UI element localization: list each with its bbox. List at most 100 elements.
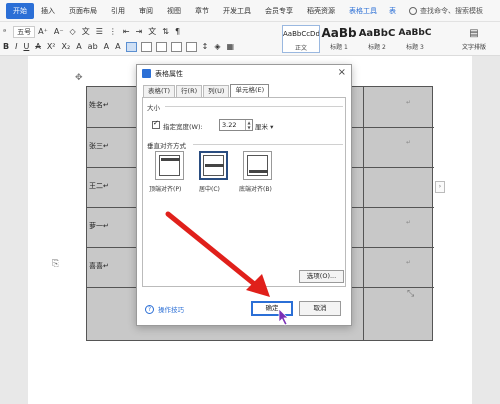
valign-bottom-option[interactable] — [243, 151, 272, 180]
command-search[interactable]: 查找命令、搜索模板 — [409, 6, 483, 16]
underline-icon[interactable]: U — [23, 41, 29, 53]
subscript-icon[interactable]: X₂ — [62, 41, 71, 53]
ribbon: ᵃ 五号 A⁺ A⁻ ◇ 文 ☰ ⋮ ⇤ ⇥ 文 ⇅ ¶ B I U A X² … — [0, 22, 500, 56]
bullet-list-icon[interactable]: ☰ — [96, 26, 103, 38]
table-cell-text: 张三↵ — [89, 142, 109, 150]
style-heading-3[interactable]: AaBbC 标题 3 — [396, 25, 434, 53]
highlight-icon[interactable]: ab — [88, 41, 98, 53]
style-name: 标题 1 — [330, 44, 348, 51]
dialog-title-bar[interactable]: 表格属性 — [137, 65, 351, 82]
number-list-icon[interactable]: ⋮ — [109, 26, 117, 38]
font-size-select[interactable]: 五号 — [13, 26, 36, 38]
table-properties-dialog: 表格属性 × 表格(T) 行(R) 列(U) 单元格(E) 大小 指定宽度(W)… — [136, 64, 352, 326]
add-column-icon[interactable]: › — [435, 181, 445, 193]
font-color-icon[interactable]: A — [104, 41, 109, 53]
align-right-icon[interactable] — [155, 42, 167, 52]
style-sample: AaBbC — [398, 28, 432, 38]
ribbon-row-font: ᵃ 五号 A⁺ A⁻ ◇ 文 ☰ ⋮ ⇤ ⇥ 文 ⇅ ¶ — [0, 25, 183, 39]
grow-font-icon[interactable]: A⁺ — [38, 26, 48, 38]
style-heading-1[interactable]: AaBb 标题 1 — [320, 25, 358, 53]
menu-docer[interactable]: 稻壳资源 — [300, 3, 342, 19]
menu-table-tools[interactable]: 表格工具 — [342, 3, 384, 19]
table-cell-text: 姓名↵ — [89, 101, 109, 109]
text-layout-button[interactable]: ▤ 文字排版 — [450, 25, 498, 51]
align-justify-icon[interactable] — [170, 42, 182, 52]
style-heading-2[interactable]: AaBbC 标题 2 — [358, 25, 396, 53]
table-move-handle-icon[interactable]: ✥ — [75, 73, 83, 83]
menu-insert[interactable]: 插入 — [34, 3, 62, 19]
tab-row[interactable]: 行(R) — [176, 85, 203, 97]
ribbon-row-paragraph: B I U A X² X₂ A ab A A ↕ ◈ ▦ — [0, 40, 237, 54]
menu-section[interactable]: 章节 — [188, 3, 216, 19]
valign-section-label: 垂直对齐方式 — [147, 142, 186, 150]
cell-end-mark: ↵ — [406, 259, 412, 266]
sort-icon[interactable]: ⇅ — [162, 26, 169, 38]
text-layout-label: 文字排版 — [461, 44, 486, 51]
menu-view[interactable]: 视图 — [160, 3, 188, 19]
width-value: 3.22 — [222, 121, 237, 129]
line-spacing-icon[interactable]: ↕ — [202, 41, 209, 53]
ok-button[interactable]: 确定 — [251, 301, 293, 316]
chinese-layout-icon[interactable]: 文 — [148, 26, 156, 38]
italic-icon[interactable]: I — [15, 41, 17, 53]
tips-link[interactable]: ? 操作技巧 — [145, 304, 184, 314]
size-section-label: 大小 — [147, 104, 160, 112]
specify-width-label: 指定宽度(W): — [163, 123, 203, 131]
table-cell-text: 王二↵ — [89, 182, 109, 190]
text-effect-icon[interactable]: A — [76, 41, 81, 53]
phonetic-icon[interactable]: 文 — [82, 26, 90, 38]
width-spinner-icon[interactable]: ▲ ▼ — [245, 120, 252, 130]
tab-column[interactable]: 列(U) — [203, 85, 230, 97]
menu-table-style[interactable]: 表 — [384, 3, 401, 19]
style-name: 标题 3 — [406, 44, 424, 51]
cell-end-mark: ↵ — [406, 99, 412, 106]
style-normal[interactable]: AaBbCcDd 正文 — [282, 25, 320, 53]
menu-member[interactable]: 会员专享 — [258, 3, 300, 19]
valign-top-option[interactable] — [155, 151, 184, 180]
search-icon — [409, 6, 417, 15]
unit-select[interactable]: 厘米 ▾ — [255, 121, 273, 131]
distributed-icon[interactable] — [185, 42, 197, 52]
shrink-font-icon[interactable]: A⁻ — [54, 26, 64, 38]
valign-bottom-label: 底端对齐(B) — [239, 186, 272, 193]
divider — [193, 144, 343, 145]
indent-decrease-icon[interactable]: ⇤ — [123, 26, 130, 38]
valign-center-icon — [203, 155, 224, 176]
align-left-icon[interactable] — [125, 42, 137, 52]
width-input[interactable]: 3.22 ▲ ▼ — [219, 119, 253, 131]
menu-bar: 开始 插入 页面布局 引用 审阅 视图 章节 开发工具 会员专享 稻壳资源 表格… — [0, 0, 500, 22]
strikethrough-icon[interactable]: A — [35, 41, 40, 53]
clear-format-icon[interactable]: ◇ — [70, 26, 76, 38]
valign-center-option[interactable] — [199, 151, 228, 180]
tab-cell[interactable]: 单元格(E) — [230, 84, 270, 97]
valign-top-label: 顶端对齐(P) — [149, 186, 182, 193]
tab-table[interactable]: 表格(T) — [143, 85, 176, 97]
paste-options-icon[interactable]: ⎘ — [52, 259, 59, 269]
menu-references[interactable]: 引用 — [104, 3, 132, 19]
cancel-button[interactable]: 取消 — [299, 301, 341, 316]
char-border-icon[interactable]: A — [115, 41, 120, 53]
align-center-icon[interactable] — [140, 42, 152, 52]
menu-developer[interactable]: 开发工具 — [216, 3, 258, 19]
menu-page-layout[interactable]: 页面布局 — [62, 3, 104, 19]
menu-review[interactable]: 审阅 — [132, 3, 160, 19]
show-marks-icon[interactable]: ¶ — [175, 26, 180, 38]
shading-icon[interactable]: ◈ — [214, 41, 220, 53]
options-button[interactable]: 选项(O)... — [299, 270, 344, 283]
style-sample: AaBbC — [358, 28, 396, 39]
specify-width-checkbox[interactable] — [152, 119, 160, 129]
borders-icon[interactable]: ▦ — [226, 41, 234, 53]
menu-home[interactable]: 开始 — [6, 2, 34, 19]
superscript-icon[interactable]: X² — [47, 41, 56, 53]
bold-icon[interactable]: B — [3, 41, 9, 53]
divider — [165, 106, 343, 107]
valign-top-icon — [159, 155, 180, 176]
close-icon[interactable]: × — [338, 68, 346, 78]
tips-label: 操作技巧 — [158, 306, 184, 314]
valign-center-label: 居中(C) — [199, 186, 220, 193]
dialog-tabs: 表格(T) 行(R) 列(U) 单元格(E) — [143, 84, 270, 97]
table-resize-handle-icon[interactable]: ⤡ — [407, 289, 414, 299]
table-cell-text: 喜喜↵ — [89, 262, 109, 270]
font-size-decrease-icon[interactable]: ᵃ — [3, 26, 6, 38]
indent-increase-icon[interactable]: ⇥ — [136, 26, 143, 38]
